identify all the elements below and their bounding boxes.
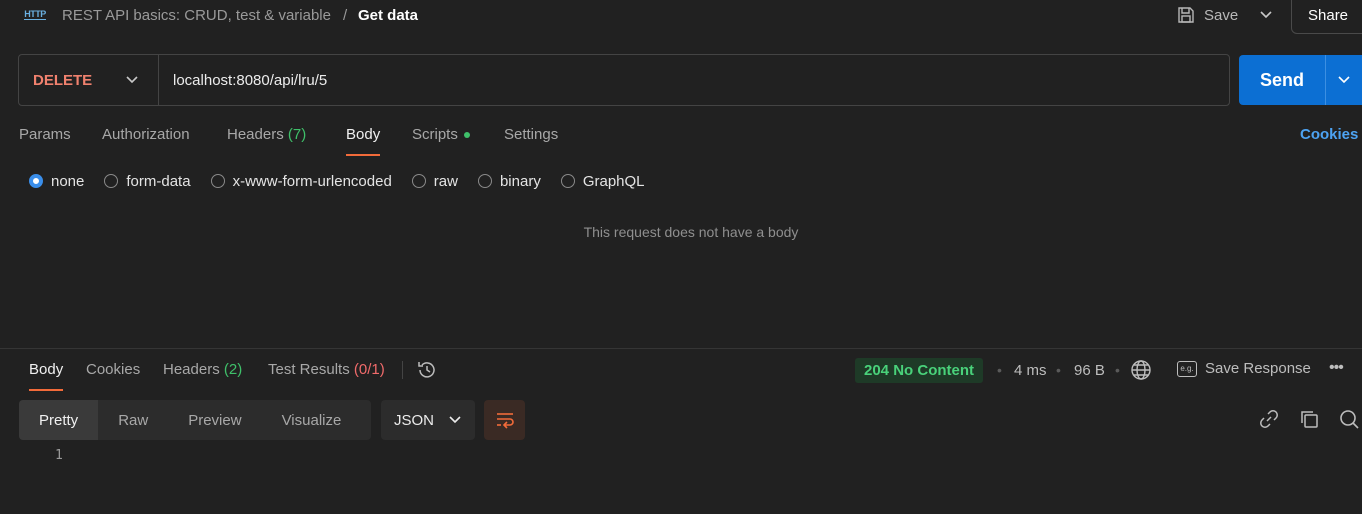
tab-params[interactable]: Params <box>19 126 71 143</box>
view-mode-pretty[interactable]: Pretty <box>19 400 99 440</box>
response-tab-test-results[interactable]: Test Results (0/1) <box>268 361 385 378</box>
scripts-indicator-dot <box>463 132 470 139</box>
response-tab-body[interactable]: Body <box>29 361 64 391</box>
tab-headers[interactable]: Headers (7) <box>227 126 306 143</box>
search-icon[interactable] <box>1338 408 1360 430</box>
copy-icon[interactable] <box>1298 408 1320 430</box>
response-size[interactable]: 96 B <box>1074 362 1105 379</box>
body-type-options: none form-data x-www-form-urlencoded raw… <box>29 171 665 191</box>
method-select[interactable]: DELETE <box>19 55 159 105</box>
response-tab-headers-label: Headers <box>163 361 220 378</box>
body-type-urlencoded-label: x-www-form-urlencoded <box>232 172 392 190</box>
response-time[interactable]: 4 ms <box>1014 362 1047 379</box>
save-options-button[interactable] <box>1254 3 1278 27</box>
cookies-link[interactable]: Cookies <box>1300 126 1358 143</box>
response-tabs: Body Cookies Headers (2) Test Results (0… <box>0 358 1362 394</box>
http-icon-label: HTTP <box>24 9 46 20</box>
url-input[interactable]: localhost:8080/api/lru/5 <box>159 72 327 89</box>
tab-scripts-label: Scripts <box>412 126 458 143</box>
chevron-down-icon <box>449 416 461 424</box>
tab-authorization[interactable]: Authorization <box>102 126 190 143</box>
http-icon: HTTP <box>24 4 46 24</box>
link-icon[interactable] <box>1258 408 1280 430</box>
save-response-label: Save Response <box>1205 360 1311 377</box>
meta-dot: • <box>997 362 1002 378</box>
response-tab-headers[interactable]: Headers (2) <box>163 361 242 378</box>
empty-body-message: This request does not have a body <box>583 224 799 240</box>
view-mode-raw[interactable]: Raw <box>98 400 168 440</box>
request-tabs: Params Authorization Headers (7) Body Sc… <box>0 122 1362 158</box>
top-bar: HTTP REST API basics: CRUD, test & varia… <box>0 0 1362 34</box>
request-url-bar: DELETE localhost:8080/api/lru/5 <box>18 54 1230 106</box>
wrap-lines-icon <box>496 413 514 429</box>
radio-icon <box>477 174 492 188</box>
chevron-down-icon <box>126 76 138 84</box>
send-options-button[interactable] <box>1325 55 1362 105</box>
radio-icon <box>104 174 119 188</box>
pane-divider[interactable] <box>0 348 1362 349</box>
example-icon: e.g. <box>1177 360 1197 377</box>
body-type-urlencoded[interactable]: x-www-form-urlencoded <box>210 172 392 190</box>
format-label: JSON <box>394 411 435 429</box>
breadcrumb-parent[interactable]: REST API basics: CRUD, test & variable <box>62 7 331 24</box>
send-group: Send <box>1239 55 1362 105</box>
response-tab-headers-count: (2) <box>223 361 243 378</box>
history-icon[interactable] <box>416 359 438 381</box>
view-mode-visualize[interactable]: Visualize <box>262 400 362 440</box>
radio-selected-icon <box>29 174 43 188</box>
chevron-down-icon <box>1338 76 1350 84</box>
tab-scripts[interactable]: Scripts <box>412 126 470 143</box>
tab-headers-label: Headers <box>227 126 284 143</box>
meta-dot: • <box>1056 362 1061 378</box>
view-mode-preview[interactable]: Preview <box>168 400 261 440</box>
more-options-icon[interactable]: ••• <box>1329 359 1344 377</box>
body-type-none-label: none <box>51 172 85 190</box>
breadcrumb-separator: / <box>343 7 348 24</box>
line-number: 1 <box>55 448 63 463</box>
body-type-graphql-label: GraphQL <box>582 172 645 190</box>
body-type-form-data[interactable]: form-data <box>104 172 191 190</box>
body-type-form-data-label: form-data <box>126 172 191 190</box>
response-tab-test-results-label: Test Results <box>268 361 350 378</box>
body-type-graphql[interactable]: GraphQL <box>560 172 645 190</box>
save-label: Save <box>1204 6 1239 24</box>
tab-body[interactable]: Body <box>346 126 381 156</box>
status-badge[interactable]: 204 No Content <box>855 358 984 383</box>
radio-icon <box>560 174 575 188</box>
body-type-binary-label: binary <box>499 172 541 190</box>
body-type-raw-label: raw <box>433 172 458 190</box>
tab-headers-count: (7) <box>287 126 307 143</box>
tab-settings[interactable]: Settings <box>504 126 558 143</box>
meta-dot: • <box>1115 362 1120 378</box>
globe-icon[interactable] <box>1130 359 1152 381</box>
body-type-raw[interactable]: raw <box>411 172 458 190</box>
response-tab-test-results-count: (0/1) <box>353 361 385 378</box>
save-icon <box>1178 7 1194 23</box>
radio-icon <box>411 174 426 188</box>
chevron-down-icon <box>1260 11 1272 19</box>
format-select[interactable]: JSON <box>381 400 475 440</box>
save-button[interactable]: Save <box>1176 3 1238 27</box>
radio-icon <box>210 174 225 188</box>
body-type-binary[interactable]: binary <box>477 172 541 190</box>
view-mode-switcher: Pretty Raw Preview Visualize <box>19 400 371 440</box>
wrap-lines-button[interactable] <box>484 400 525 440</box>
send-button[interactable]: Send <box>1239 55 1325 105</box>
method-label: DELETE <box>33 71 93 89</box>
breadcrumb-current[interactable]: Get data <box>358 7 418 24</box>
tab-separator <box>402 361 403 379</box>
response-tab-cookies[interactable]: Cookies <box>86 361 140 378</box>
share-button[interactable]: Share <box>1291 0 1362 34</box>
save-response-button[interactable]: e.g. Save Response <box>1177 360 1311 377</box>
body-type-none[interactable]: none <box>29 173 84 190</box>
